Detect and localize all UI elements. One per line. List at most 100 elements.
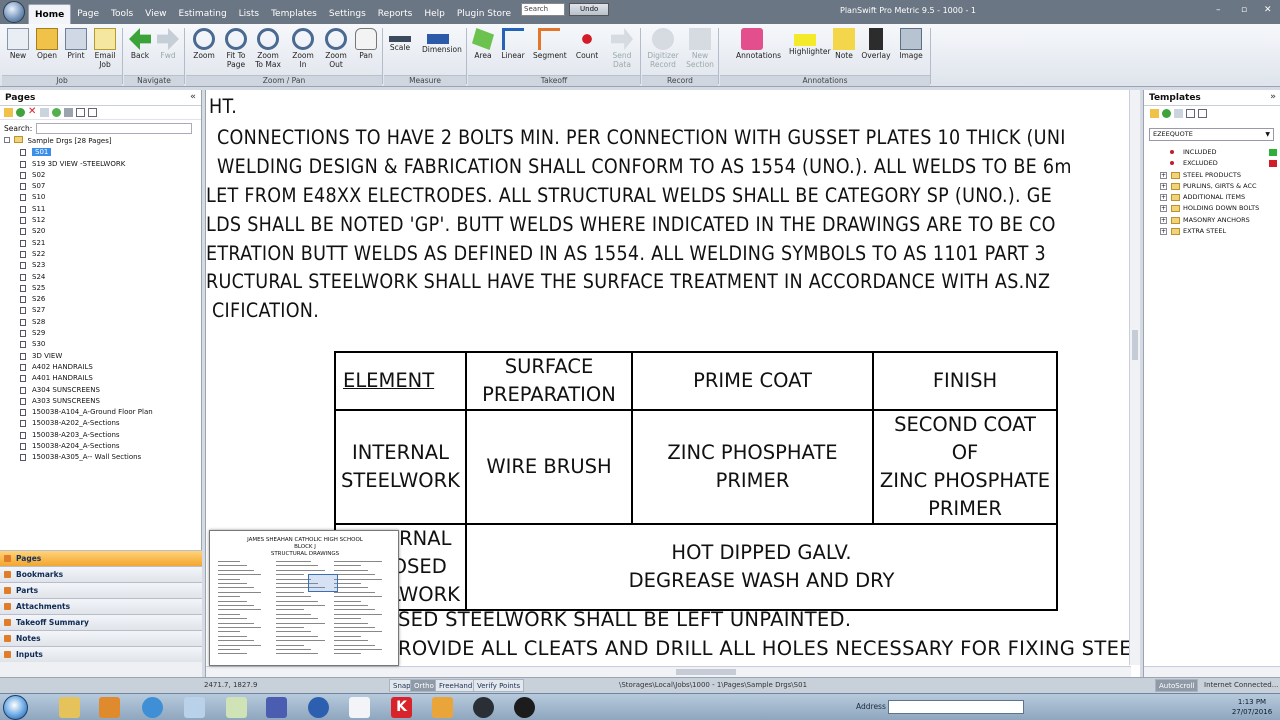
autoscroll-toggle[interactable]: AutoScroll [1155, 679, 1199, 692]
collapse-node-icon[interactable] [4, 137, 10, 143]
expand-all-icon[interactable] [76, 108, 85, 117]
file-explorer-icon[interactable] [59, 697, 80, 718]
expand-node-icon[interactable]: + [1160, 171, 1167, 179]
add-template-icon[interactable] [1162, 108, 1171, 118]
page-tree-item[interactable]: S29 [4, 328, 201, 339]
page-thumbnail-navigator[interactable]: JAMES SHEAHAN CATHOLIC HIGH SCHOOL BLOCK … [209, 530, 399, 666]
page-tree-item[interactable]: S02 [4, 170, 201, 181]
template-item[interactable]: + PURLINS, GIRTS & ACC [1144, 181, 1280, 192]
template-item[interactable]: + ADDITIONAL ITEMS [1144, 192, 1280, 203]
menu-page[interactable]: Page [71, 4, 105, 24]
menu-reports[interactable]: Reports [372, 4, 419, 24]
menu-estimating[interactable]: Estimating [173, 4, 233, 24]
nav-tab-pages[interactable]: Pages [0, 550, 202, 566]
ribbon-open-button[interactable]: Open [31, 26, 63, 74]
collapse-panel-icon[interactable]: « [190, 92, 196, 102]
sort-icon[interactable] [64, 108, 73, 117]
page-tree-item[interactable]: S20 [4, 226, 201, 237]
k-app-icon[interactable]: K [391, 697, 412, 718]
ribbon-note-button[interactable]: Note [828, 26, 860, 74]
system-clock[interactable]: 1:13 PM 27/07/2016 [1224, 697, 1280, 717]
nav-tab-notes[interactable]: Notes [0, 630, 202, 646]
nav-tab-takeoff-summary[interactable]: Takeoff Summary [0, 614, 202, 630]
page-tree-item[interactable]: S23 [4, 260, 201, 271]
template-item[interactable]: + MASONRY ANCHORS [1144, 215, 1280, 226]
open-folder-icon[interactable] [4, 108, 13, 117]
scrollbar-thumb[interactable] [1132, 330, 1138, 360]
open-folder-icon[interactable] [1150, 108, 1159, 118]
freehand-toggle[interactable]: FreeHand [435, 679, 477, 692]
page-tree-item[interactable]: S26 [4, 294, 201, 305]
scrollbar-thumb[interactable] [676, 669, 736, 675]
ribbon-email-job-button[interactable]: Email Job [89, 26, 121, 74]
ribbon-pan-button[interactable]: Pan [350, 26, 382, 74]
expand-node-icon[interactable]: + [1160, 205, 1167, 213]
page-tree-item[interactable]: S30 [4, 339, 201, 350]
menu-templates[interactable]: Templates [265, 4, 323, 24]
menu-help[interactable]: Help [418, 4, 451, 24]
app-orb-button[interactable] [3, 1, 25, 23]
ribbon-count-button[interactable]: Count [571, 26, 603, 74]
page-tree-item[interactable]: S07 [4, 181, 201, 192]
page-tree-item[interactable]: 150038-A104_A-Ground Floor Plan [4, 407, 201, 418]
ribbon-zoom-in-button[interactable]: Zoom In [287, 26, 319, 74]
add-page-icon[interactable] [16, 108, 25, 117]
ribbon-segment-button[interactable]: Segment [533, 26, 567, 74]
ribbon-scale-button[interactable]: Scale [384, 26, 416, 74]
menu-settings[interactable]: Settings [323, 4, 372, 24]
nav-tab-attachments[interactable]: Attachments [0, 598, 202, 614]
menu-tools[interactable]: Tools [105, 4, 139, 24]
nav-tab-inputs[interactable]: Inputs [0, 646, 202, 662]
address-input[interactable] [888, 700, 1024, 714]
verify-points-toggle[interactable]: Verify Points [473, 679, 525, 692]
page-tree-item[interactable]: S01 [4, 147, 201, 158]
delete-icon[interactable]: ✕ [28, 107, 37, 117]
ribbon-linear-button[interactable]: Linear [497, 26, 529, 74]
ribbon-new-button[interactable]: New [2, 26, 34, 74]
nav-tab-parts[interactable]: Parts [0, 582, 202, 598]
page-tree-item[interactable]: 150038-A204_A-Sections [4, 441, 201, 452]
ribbon-send-data-button[interactable]: Send Data [606, 26, 638, 74]
ribbon-zoom-to-max-button[interactable]: Zoom To Max [252, 26, 284, 74]
refresh-icon[interactable] [52, 108, 61, 117]
page-tree-item[interactable]: 150038-A305_A-- Wall Sections [4, 452, 201, 463]
page-tree-item[interactable]: S27 [4, 305, 201, 316]
ribbon-zoom-out-button[interactable]: Zoom Out [320, 26, 352, 74]
expand-node-icon[interactable]: + [1160, 194, 1167, 202]
page-tree-item[interactable]: A303 SUNSCREENS [4, 396, 201, 407]
ribbon-area-button[interactable]: Area [467, 26, 499, 74]
menu-view[interactable]: View [139, 4, 172, 24]
ribbon-overlay-button[interactable]: Overlay [860, 26, 892, 74]
planswift-icon[interactable] [226, 697, 247, 718]
thumbnail-viewport[interactable] [308, 574, 338, 592]
menu-plugin-store[interactable]: Plugin Store [451, 4, 517, 24]
template-item[interactable]: + EXTRA STEEL [1144, 226, 1280, 237]
speedometer-icon[interactable] [473, 697, 494, 718]
expand-all-icon[interactable] [1186, 108, 1195, 118]
ribbon-print-button[interactable]: Print [60, 26, 92, 74]
expand-node-icon[interactable]: + [1160, 182, 1167, 190]
page-tree-item[interactable]: S10 [4, 192, 201, 203]
expand-node-icon[interactable]: + [1160, 228, 1167, 236]
pages-search-input[interactable] [36, 122, 193, 134]
page-tree-item[interactable]: S28 [4, 317, 201, 328]
template-item[interactable]: + HOLDING DOWN BOLTS [1144, 203, 1280, 214]
page-tree-item[interactable]: 150038-A203_A-Sections [4, 430, 201, 441]
menu-search-input[interactable]: Search [521, 3, 566, 16]
minimize-icon[interactable]: – [1216, 5, 1221, 15]
page-tree-item[interactable]: S19 3D VIEW -STEELWORK [4, 159, 201, 170]
collapse-panel-icon[interactable]: » [1270, 92, 1276, 102]
template-item[interactable]: INCLUDED [1144, 147, 1280, 158]
ribbon-highlighter-button[interactable]: Highlighter [789, 26, 831, 74]
ribbon-annotations-button[interactable]: Annotations [736, 26, 781, 74]
internet-explorer-icon[interactable] [142, 697, 163, 718]
nav-tab-bookmarks[interactable]: Bookmarks [0, 566, 202, 582]
ribbon-dimension-button[interactable]: Dimension [422, 26, 462, 74]
page-tree-item[interactable]: A401 HANDRAILS [4, 373, 201, 384]
page-tree-item[interactable]: S25 [4, 283, 201, 294]
browser-icon[interactable] [308, 697, 329, 718]
maximize-icon[interactable]: ▫ [1241, 5, 1247, 15]
ribbon-zoom-button[interactable]: Zoom [188, 26, 220, 74]
menu-lists[interactable]: Lists [233, 4, 265, 24]
template-select[interactable]: EZEEQUOTE ▼ [1149, 128, 1274, 141]
